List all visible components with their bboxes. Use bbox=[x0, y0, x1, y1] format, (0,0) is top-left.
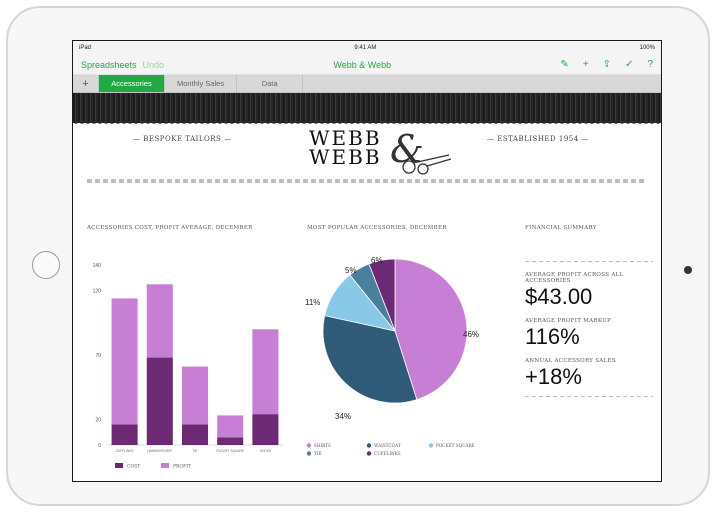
legend-label: PROFIT bbox=[173, 464, 191, 470]
pie-legend-label: TIE bbox=[314, 451, 322, 456]
tab-monthly-sales[interactable]: Monthly Sales bbox=[165, 75, 238, 92]
pie-data-label: 11% bbox=[305, 298, 320, 307]
scissors-icon bbox=[402, 154, 452, 175]
brand-header: — BESPOKE TAILORS — WEBB WEBB & — ESTABL… bbox=[73, 123, 661, 187]
legend-swatch bbox=[161, 463, 169, 468]
established-tagline: — ESTABLISHED 1954 — bbox=[487, 135, 589, 143]
undo-button[interactable]: Undo bbox=[143, 60, 165, 70]
legend-label: COST bbox=[127, 464, 140, 470]
sheet-tabs: + Accessories Monthly Sales Data bbox=[73, 75, 661, 93]
y-tick-label: 140 bbox=[93, 263, 102, 269]
x-tick-label: HANDKERCHIEF bbox=[147, 449, 172, 453]
bar-cost bbox=[146, 357, 173, 445]
pie-data-label: 6% bbox=[371, 256, 383, 265]
document-title: Webb & Webb bbox=[333, 59, 392, 70]
y-tick-label: 120 bbox=[93, 289, 102, 295]
brand-logo: WEBB WEBB bbox=[309, 128, 382, 169]
x-tick-label: CUFFLINKS bbox=[116, 449, 134, 453]
markup-value: 116% bbox=[525, 324, 580, 349]
pie-legend-swatch bbox=[366, 451, 372, 456]
sales-value: +18% bbox=[525, 364, 582, 389]
x-tick-label: SOCKS bbox=[260, 449, 271, 453]
pie-legend-label: SHIRTS bbox=[314, 443, 331, 448]
app-screen: iPad 9:41 AM 100% Spreadsheets Undo Webb… bbox=[72, 40, 662, 482]
app-toolbar: Spreadsheets Undo Webb & Webb ✎ + ⇪ ✓ ? bbox=[73, 55, 661, 75]
x-tick-label: POCKET SQUARE bbox=[216, 449, 243, 453]
summary-title: FINANCIAL SUMMARY bbox=[525, 225, 597, 231]
pie-legend-swatch bbox=[428, 443, 434, 448]
summary-divider bbox=[525, 261, 653, 262]
bar-profit bbox=[252, 329, 279, 415]
bar-profit bbox=[217, 415, 244, 438]
pie-legend-label: WAISTCOAT bbox=[374, 443, 401, 448]
y-tick-label: 70 bbox=[95, 353, 101, 359]
share-icon[interactable]: ⇪ bbox=[603, 59, 611, 70]
legend-swatch bbox=[115, 463, 123, 468]
pie-data-label: 34% bbox=[335, 412, 351, 421]
fabric-banner bbox=[73, 93, 661, 127]
camera-dot bbox=[684, 266, 692, 274]
pie-data-label: 5% bbox=[345, 266, 357, 275]
add-sheet-button[interactable]: + bbox=[73, 75, 99, 92]
tab-accessories[interactable]: Accessories bbox=[99, 75, 165, 92]
pie-legend-swatch bbox=[306, 451, 312, 456]
tab-data[interactable]: Data bbox=[237, 75, 304, 92]
y-tick-label: 0 bbox=[98, 443, 101, 449]
bar-chart-title: ACCESSORIES COST, PROFIT AVERAGE, DECEMB… bbox=[87, 225, 253, 231]
pie-chart-title: MOST POPULAR ACCESSORIES, DECEMBER bbox=[307, 225, 447, 231]
pie-legend-label: CUFFLINKS bbox=[374, 451, 401, 456]
bar-cost bbox=[252, 414, 279, 445]
status-bar: iPad 9:41 AM 100% bbox=[73, 41, 661, 55]
profit-value: $43.00 bbox=[525, 284, 593, 309]
y-tick-label: 20 bbox=[95, 417, 101, 423]
help-icon[interactable]: ? bbox=[647, 59, 653, 70]
bar-profit bbox=[146, 284, 173, 358]
clock: 9:41 AM bbox=[354, 45, 377, 51]
bar-cost bbox=[181, 424, 209, 445]
bespoke-tagline: — BESPOKE TAILORS — bbox=[133, 135, 232, 143]
pie-legend-label: POCKET SQUARE bbox=[436, 443, 475, 448]
summary-bottom-divider bbox=[525, 396, 653, 397]
bar-cost bbox=[217, 437, 244, 445]
bar-profit bbox=[181, 366, 209, 425]
logo-line-2: WEBB bbox=[309, 145, 382, 169]
battery-label: 100% bbox=[639, 45, 655, 51]
pie-legend-swatch bbox=[366, 443, 372, 448]
brush-icon[interactable]: ✎ bbox=[560, 59, 568, 70]
header-divider bbox=[87, 179, 647, 183]
pie-legend-swatch bbox=[306, 443, 312, 448]
pie-data-label: 46% bbox=[463, 330, 479, 339]
plus-icon[interactable]: + bbox=[583, 59, 589, 70]
bar-chart: 0 20 70 120 140 CUFFLINKS HANDKERCHIEF TIE POCKE… bbox=[93, 263, 283, 470]
x-tick-label: TIE bbox=[193, 449, 198, 453]
bar-cost bbox=[111, 424, 138, 445]
bar-profit bbox=[111, 298, 138, 425]
wrench-icon[interactable]: ✓ bbox=[625, 59, 633, 70]
carrier-label: iPad bbox=[79, 45, 92, 51]
profit-label: AVERAGE PROFIT ACROSS ALL ACCESSORIES bbox=[525, 272, 624, 284]
spreadsheets-back-button[interactable]: Spreadsheets bbox=[81, 60, 137, 70]
pie-chart: 46% 34% 11% 5% 6% SHIRTS WAISTCOAT POCKET SQUAR… bbox=[305, 256, 479, 456]
financial-summary: FINANCIAL SUMMARY AVERAGE PROFIT ACROSS … bbox=[525, 221, 653, 403]
home-button[interactable] bbox=[32, 251, 60, 279]
